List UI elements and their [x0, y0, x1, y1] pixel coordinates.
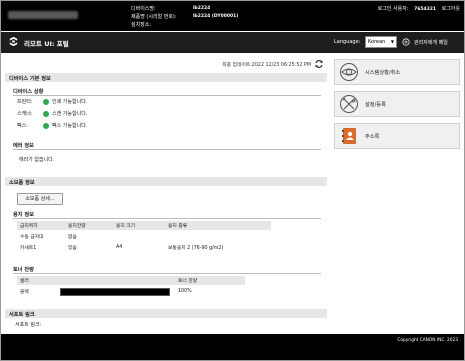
- table-row: 블랙 100%: [17, 285, 245, 298]
- col-color: 컬러: [17, 276, 57, 285]
- col-source: 급지위치: [17, 221, 65, 231]
- scanner-status: 스캔 가능합니다.: [52, 111, 88, 117]
- error-info-heading: 에러 정보: [13, 143, 34, 149]
- support-link-heading: 서포트 링크: [5, 309, 327, 318]
- ok-status-icon: [43, 122, 49, 129]
- page-title: 리모트 UI: 포털: [24, 40, 69, 48]
- consumables-heading: 소모품 정보: [5, 177, 327, 186]
- col-bar: [57, 276, 175, 285]
- divider: [13, 95, 321, 96]
- toner-table: 컬러 토너 잔량 블랙 100%: [17, 276, 245, 298]
- system-status-label: 시스템상황/취소: [365, 69, 401, 76]
- device-name-label: 디바이스명:: [131, 6, 156, 12]
- support-link-label: 서포트 링크:: [15, 322, 42, 328]
- cell-remaining: 없음: [68, 234, 77, 240]
- toner-level-bar: [60, 287, 170, 296]
- ok-status-icon: [43, 110, 49, 117]
- cell-remaining: 있음: [68, 245, 77, 251]
- settings-registration-button[interactable]: 설정/등록: [334, 91, 460, 117]
- address-book-icon: [342, 128, 356, 144]
- device-name-value: lb2224: [193, 6, 211, 11]
- table-row: 수동 급지대 없음: [17, 231, 271, 242]
- cell-type: 보통용지 2 (76-90 g/m2): [168, 245, 224, 251]
- settings-label: 설정/등록: [365, 101, 386, 108]
- cell-source: 카세트1: [20, 245, 37, 251]
- divider: [13, 273, 321, 274]
- cell-color: 블랙: [20, 290, 29, 295]
- status-row-fax: 팩스: 팩스 가능합니다.: [17, 122, 87, 129]
- product-name-label: 제품명 (시리얼 번호):: [131, 14, 177, 20]
- settings-icon: [340, 95, 358, 113]
- last-updated: 최종 업데이트:2022 12/23 06:25:52 PM: [222, 63, 311, 68]
- language-label: Language:: [334, 39, 361, 45]
- login-info: 로그인 사용자: 7654321 로그아웃: [374, 5, 460, 12]
- cell-type: [165, 231, 271, 242]
- refresh-icon[interactable]: [314, 59, 324, 69]
- divider: [13, 149, 321, 150]
- paper-table: 급지위치 용지잔량 용지 크기 용지 종류 수동 급지대 없음 카세트1 있음 …: [17, 221, 271, 253]
- footer: Copyright CANON INC. 2023: [1, 334, 464, 360]
- language-select[interactable]: Korean ▼: [365, 36, 397, 48]
- status-monitor-icon: [340, 63, 358, 81]
- chevron-down-icon: ▼: [390, 39, 394, 44]
- ok-status-icon: [43, 98, 49, 105]
- printer-label: 프린터:: [17, 99, 33, 105]
- cell-bar: [57, 285, 175, 298]
- toner-heading: 토너 잔량: [13, 267, 34, 273]
- title-bar: 리모트 UI: 포털 Language: Korean ▼ 관리자에게 메일: [1, 32, 464, 53]
- col-toner-level: 토너 잔량: [175, 276, 245, 285]
- location-label: 설치장소:: [131, 22, 152, 28]
- admin-mail-link[interactable]: 관리자에게 메일: [414, 39, 448, 46]
- remote-ui-portal: 디바이스명: 제품명 (시리얼 번호): 설치장소: lb2224 lb2224…: [0, 0, 465, 361]
- printer-status: 인쇄 가능합니다.: [52, 99, 88, 105]
- device-info-bar: 디바이스명: 제품명 (시리얼 번호): 설치장소: lb2224 lb2224…: [1, 1, 464, 31]
- table-row: 카세트1 있음 A4 보통용지 2 (76-90 g/m2): [17, 242, 271, 253]
- status-row-printer: 프린터: 인쇄 가능합니다.: [17, 98, 87, 105]
- divider: [13, 218, 321, 219]
- update-row: 최종 업데이트:2022 12/23 06:25:52 PM: [5, 59, 327, 69]
- fax-label: 팩스:: [17, 123, 28, 129]
- cell-toner-level: 100%: [178, 289, 192, 294]
- status-row-scanner: 스캐너: 스캔 가능합니다.: [17, 110, 87, 117]
- device-info-labels: 디바이스명: 제품명 (시리얼 번호): 설치장소:: [131, 5, 177, 29]
- col-type: 용지 종류: [165, 221, 271, 231]
- paper-table-header: 급지위치 용지잔량 용지 크기 용지 종류: [17, 221, 271, 231]
- address-book-button[interactable]: 주소록: [334, 123, 460, 149]
- redacted-logo: [8, 11, 78, 19]
- login-user-label: 로그인 사용자:: [377, 6, 409, 12]
- consumables-detail-button[interactable]: 소모품 상세...: [17, 193, 63, 205]
- product-name-value: lb2224 (DY00001): [193, 14, 239, 19]
- login-user-value: 7654321: [414, 7, 436, 12]
- remote-ui-logo-icon: [9, 36, 18, 47]
- toner-table-header: 컬러 토너 잔량: [17, 276, 245, 285]
- scanner-label: 스캐너:: [17, 111, 33, 117]
- col-remaining: 용지잔량: [65, 221, 113, 231]
- paper-info-heading: 용지 정보: [13, 212, 34, 218]
- device-status-heading: 디바이스 상황: [13, 89, 44, 95]
- error-text: 에러가 없습니다.: [19, 157, 55, 163]
- cell-source: 수동 급지대: [20, 234, 44, 240]
- system-status-cancel-button[interactable]: 시스템상황/취소: [334, 59, 460, 85]
- logout-link[interactable]: 로그아웃: [442, 6, 460, 12]
- fax-status: 팩스 가능합니다.: [52, 123, 88, 129]
- mail-icon: [402, 38, 410, 46]
- cell-size: [113, 231, 165, 242]
- device-info-values: lb2224 lb2224 (DY00001): [193, 5, 238, 21]
- device-basic-info-heading: 디바이스 기본 정보: [5, 73, 327, 82]
- address-book-label: 주소록: [365, 133, 380, 140]
- language-select-value: Korean: [368, 39, 386, 45]
- copyright: Copyright CANON INC. 2023: [397, 338, 458, 343]
- cell-size: A4: [116, 244, 123, 250]
- col-size: 용지 크기: [113, 221, 165, 231]
